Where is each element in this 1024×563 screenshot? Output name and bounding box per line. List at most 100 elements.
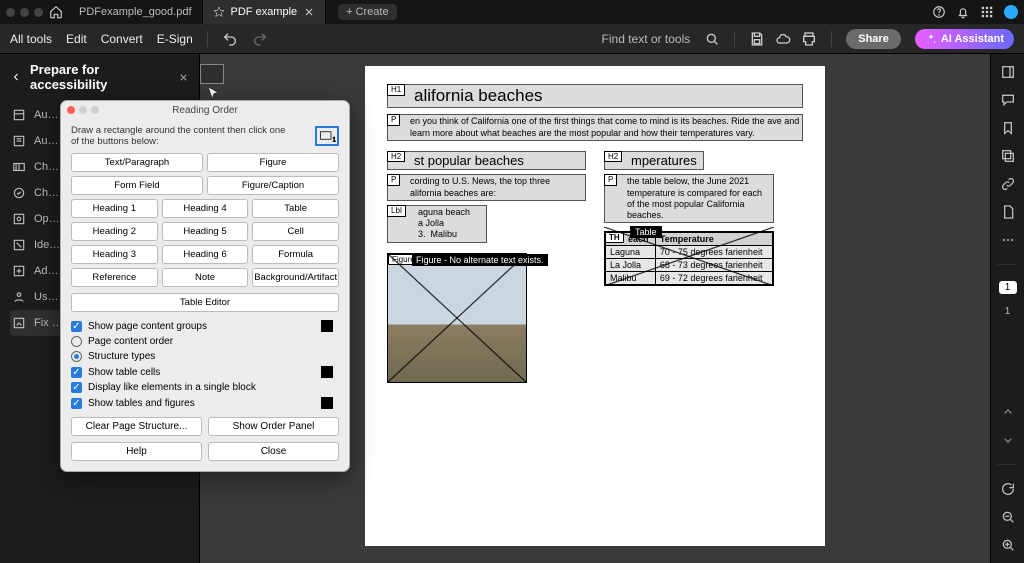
btn-figure-caption[interactable]: Figure/Caption: [207, 176, 339, 195]
menu-edit[interactable]: Edit: [66, 32, 87, 46]
chevron-up-icon[interactable]: [1000, 404, 1016, 420]
chk-like-elements[interactable]: ✓Display like elements in a single block: [61, 380, 349, 395]
tab-file-label: PDFexample_good.pdf: [79, 6, 192, 18]
avatar[interactable]: [1004, 5, 1018, 19]
btn-background[interactable]: Background/Artifact: [252, 268, 339, 287]
h2-tag[interactable]: H2 st popular beaches: [387, 151, 586, 171]
page-icon[interactable]: [1000, 204, 1016, 220]
pdf-page: H1 alifornia beaches P en you think of C…: [365, 66, 825, 546]
btn-reference[interactable]: Reference: [71, 268, 158, 287]
save-icon[interactable]: [749, 31, 765, 47]
selection-mode-icon[interactable]: 1: [315, 126, 339, 146]
copy-icon[interactable]: [1000, 148, 1016, 164]
h2-left-text: st popular beaches: [414, 153, 524, 168]
dialog-traffic[interactable]: [67, 106, 99, 114]
ai-label: AI Assistant: [941, 33, 1004, 45]
btn-heading-3[interactable]: Heading 3: [71, 245, 158, 264]
btn-form-field[interactable]: Form Field: [71, 176, 203, 195]
menu-convert[interactable]: Convert: [101, 32, 143, 46]
zoom-out-icon[interactable]: [1000, 509, 1016, 525]
temperature-table[interactable]: THeachTemperature Laguna70 - 75 degrees …: [604, 231, 774, 286]
reading-order-dialog[interactable]: Reading Order Draw a rectangle around th…: [60, 100, 350, 472]
undo-icon[interactable]: [222, 31, 238, 47]
dialog-hint: Draw a rectangle around the content then…: [71, 125, 291, 147]
btn-table[interactable]: Table: [252, 199, 339, 218]
page-number-badge[interactable]: 1: [999, 281, 1017, 294]
h2-tag[interactable]: H2 mperatures: [604, 151, 704, 171]
ruler-icon: [200, 64, 224, 84]
h1-tag[interactable]: H1 alifornia beaches: [387, 84, 803, 108]
btn-cell[interactable]: Cell: [252, 222, 339, 241]
panel-icon[interactable]: [1000, 64, 1016, 80]
h1-text: alifornia beaches: [414, 86, 543, 105]
h2-right-text: mperatures: [631, 153, 697, 168]
btn-text-paragraph[interactable]: Text/Paragraph: [71, 153, 203, 172]
grid-icon[interactable]: [980, 5, 994, 19]
p-tag[interactable]: P cording to U.S. News, the top three al…: [387, 174, 586, 201]
btn-table-editor[interactable]: Table Editor: [71, 293, 339, 312]
chk-tables-figures[interactable]: ✓Show tables and figures: [61, 395, 349, 411]
print-icon[interactable]: [801, 31, 817, 47]
home-icon[interactable]: [49, 5, 63, 19]
cloud-icon[interactable]: [775, 31, 791, 47]
radio-structure-types[interactable]: Structure types: [61, 349, 349, 364]
figure-box[interactable]: Figure Figure - No alternate text exists…: [387, 253, 527, 383]
redo-icon[interactable]: [252, 31, 268, 47]
menu-esign[interactable]: E-Sign: [157, 32, 193, 46]
help-icon[interactable]: [932, 5, 946, 19]
dialog-title: Reading Order: [172, 105, 238, 116]
search-icon[interactable]: [704, 31, 720, 47]
close-icon[interactable]: [303, 6, 315, 18]
link-icon[interactable]: [1000, 176, 1016, 192]
find-label: Find text or tools: [602, 32, 691, 46]
p1-text: en you think of California one of the fi…: [410, 116, 799, 137]
back-icon[interactable]: [10, 71, 22, 83]
btn-heading-2[interactable]: Heading 2: [71, 222, 158, 241]
btn-clear-structure[interactable]: Clear Page Structure...: [71, 417, 202, 436]
btn-heading-5[interactable]: Heading 5: [162, 222, 249, 241]
ai-assistant-button[interactable]: AI Assistant: [915, 29, 1014, 49]
chk-content-groups[interactable]: ✓Show page content groups: [61, 318, 349, 334]
tab-file[interactable]: PDFexample_good.pdf: [69, 0, 203, 24]
svg-text:1: 1: [333, 138, 337, 144]
chk-table-cells[interactable]: ✓Show table cells: [61, 364, 349, 380]
share-button[interactable]: Share: [846, 29, 901, 49]
btn-formula[interactable]: Formula: [252, 245, 339, 264]
bookmark-icon[interactable]: [1000, 120, 1016, 136]
p2-text: cording to U.S. News, the top three alif…: [410, 176, 550, 197]
btn-show-order[interactable]: Show Order Panel: [208, 417, 339, 436]
selection-tool-icon[interactable]: [206, 86, 220, 100]
zoom-in-icon[interactable]: [1000, 537, 1016, 553]
window-controls[interactable]: [6, 8, 43, 17]
bell-icon[interactable]: [956, 5, 970, 19]
btn-close[interactable]: Close: [208, 442, 339, 461]
btn-heading-1[interactable]: Heading 1: [71, 199, 158, 218]
list-tag[interactable]: LbI aguna beach a Jolla 3. Malibu: [387, 205, 487, 243]
right-rail: 1 1: [990, 54, 1024, 563]
create-label: Create: [356, 6, 389, 18]
figure-chip: Figure: [388, 254, 419, 265]
panel-title: Prepare for accessibility: [30, 62, 170, 92]
btn-note[interactable]: Note: [162, 268, 249, 287]
btn-heading-6[interactable]: Heading 6: [162, 245, 249, 264]
comment-icon[interactable]: [1000, 92, 1016, 108]
btn-figure[interactable]: Figure: [207, 153, 339, 172]
rotate-icon[interactable]: [1000, 481, 1016, 497]
radio-page-order[interactable]: Page content order: [61, 334, 349, 349]
chevron-down-icon[interactable]: [1000, 432, 1016, 448]
table-tooltip: Table: [630, 226, 662, 238]
star-icon: [213, 6, 225, 18]
page-count: 1: [1005, 306, 1011, 317]
figure-tooltip: Figure - No alternate text exists.: [412, 254, 548, 266]
close-panel-icon[interactable]: [178, 72, 189, 83]
more-icon[interactable]: [1000, 232, 1016, 248]
btn-heading-4[interactable]: Heading 4: [162, 199, 249, 218]
tab-doc[interactable]: PDF example: [203, 0, 327, 24]
p3-text: the table below, the June 2021 temperatu…: [627, 176, 762, 220]
create-button[interactable]: +Create: [338, 4, 396, 20]
menu-all-tools[interactable]: All tools: [10, 32, 52, 46]
btn-help[interactable]: Help: [71, 442, 202, 461]
tab-doc-label: PDF example: [231, 6, 298, 18]
p-tag[interactable]: P the table below, the June 2021 tempera…: [604, 174, 774, 223]
p-tag[interactable]: P en you think of California one of the …: [387, 114, 803, 141]
